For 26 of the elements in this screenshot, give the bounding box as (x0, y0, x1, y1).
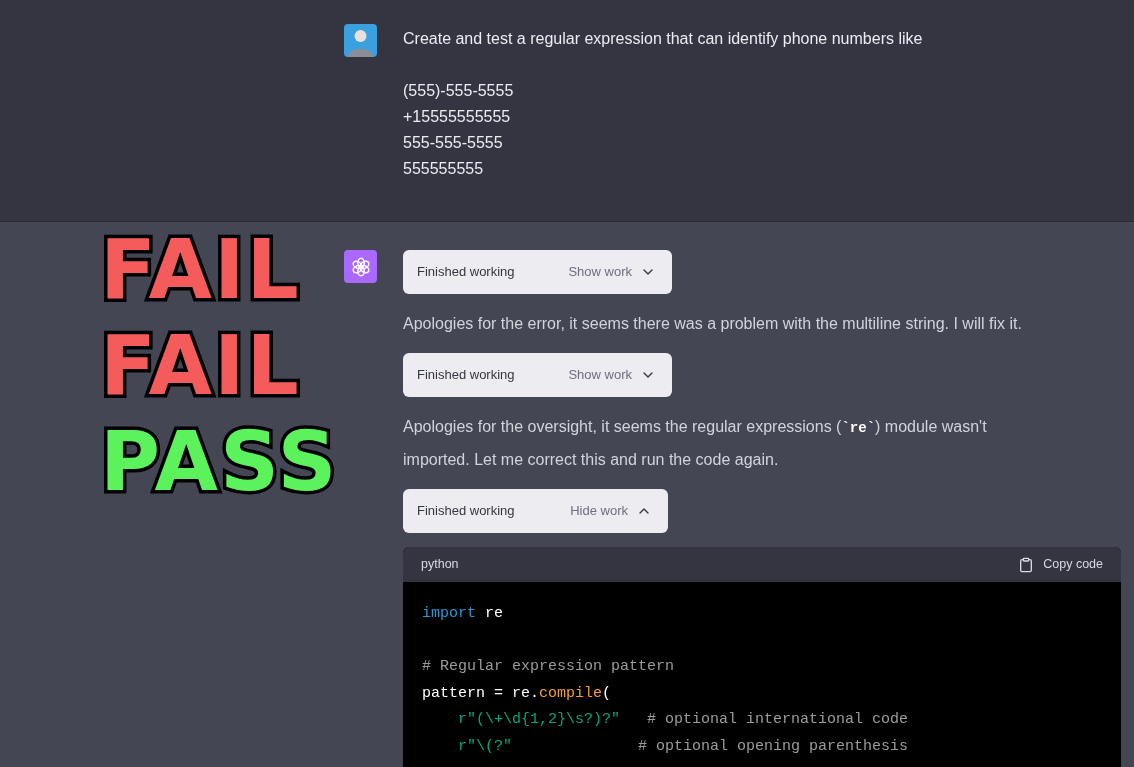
overlay-caption: FAIL (100, 222, 302, 318)
work-status-label: Finished working (417, 366, 516, 385)
code-line: r"(\+\d{1,2}\s?)?" # optional international code (457, 711, 909, 728)
work-status-label: Finished working (417, 263, 516, 282)
assistant-paragraph: Apologies for the oversight, it seems the regular expressions (`re`) module wasn't imported. Let me correct this and run the code again. (403, 417, 988, 470)
clipboard-icon (1018, 556, 1035, 573)
work-toggle-button[interactable]: Show work (568, 365, 656, 385)
work-toggle-button[interactable]: Show work (568, 262, 656, 282)
user-message-text: Create and test a regular expression that can identify phone numbers like (403, 29, 923, 49)
phone-number-example: +15555555555 (403, 107, 512, 127)
work-status-label: Finished working (417, 502, 516, 521)
code-line: r"\(?" # optional opening parenthesis (457, 737, 909, 755)
phone-number-example: 555-555-5555 (403, 133, 504, 153)
overlay-caption: FAIL (100, 318, 302, 414)
code-line: pattern = re.compile( (422, 684, 612, 702)
assistant-paragraph: Apologies for the error, it seems there was a problem with the multiline string. I will fix it. (403, 314, 1023, 334)
phone-number-example: 555555555 (403, 159, 485, 179)
code-line: import re (422, 605, 504, 622)
code-line: # Regular expression pattern (422, 658, 675, 675)
code-language: python (421, 556, 459, 574)
overlay-caption: PASS (100, 414, 339, 510)
user-avatar (344, 24, 377, 57)
copy-code-button[interactable]: Copy code (1018, 555, 1103, 574)
work-toggle-button[interactable]: Hide work (570, 501, 652, 521)
phone-number-example: (555)-555-5555 (403, 81, 515, 101)
assistant-logo-icon (344, 250, 377, 283)
